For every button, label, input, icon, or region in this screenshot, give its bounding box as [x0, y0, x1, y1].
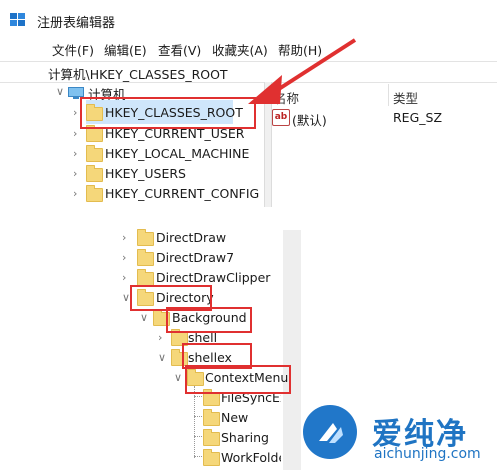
folder-icon: [137, 249, 154, 266]
address-bar[interactable]: 计算机\HKEY_CLASSES_ROOT: [0, 61, 497, 83]
value-name-default[interactable]: (默认): [292, 110, 327, 129]
chevron-right-icon[interactable]: ›: [122, 271, 126, 284]
subtree-item-sharing[interactable]: Sharing: [221, 430, 269, 445]
chevron-right-icon[interactable]: ›: [73, 127, 77, 140]
folder-icon: [86, 165, 103, 182]
subtree-item-directdraw7[interactable]: DirectDraw7: [156, 250, 234, 265]
chevron-down-icon[interactable]: ∨: [140, 311, 148, 324]
address-path: 计算机\HKEY_CLASSES_ROOT: [48, 67, 228, 82]
chevron-right-icon[interactable]: ›: [122, 251, 126, 264]
menu-file[interactable]: 文件(F): [52, 40, 94, 59]
subtree-item-workfolders[interactable]: WorkFolders: [221, 450, 281, 465]
folder-icon: [203, 409, 220, 426]
watermark-logo-icon: [303, 405, 357, 459]
tree-item-hku[interactable]: HKEY_USERS: [105, 166, 186, 181]
folder-icon: [86, 185, 103, 202]
chevron-right-icon[interactable]: ›: [158, 331, 162, 344]
menu-favorites[interactable]: 收藏夹(A): [212, 40, 268, 59]
chevron-down-icon[interactable]: ∨: [122, 291, 130, 304]
watermark-url: aichunjing.com: [374, 446, 481, 462]
menu-help[interactable]: 帮助(H): [278, 40, 322, 59]
value-type-default: REG_SZ: [393, 110, 443, 125]
window-title: 注册表编辑器: [37, 16, 116, 31]
folder-icon: [137, 269, 154, 286]
string-value-icon: ab: [272, 109, 290, 126]
menu-edit[interactable]: 编辑(E): [104, 40, 147, 59]
folder-icon: [86, 125, 103, 142]
title-bar: 注册表编辑器: [0, 0, 497, 38]
tree-item-hkcc[interactable]: HKEY_CURRENT_CONFIG: [105, 186, 259, 201]
folder-icon: [203, 429, 220, 446]
chevron-right-icon[interactable]: ›: [73, 147, 77, 160]
highlight-box-hkcr: [80, 97, 256, 129]
chevron-right-icon[interactable]: ›: [122, 231, 126, 244]
column-header-name[interactable]: 名称: [274, 88, 299, 107]
folder-icon: [86, 145, 103, 162]
column-header-type[interactable]: 类型: [393, 88, 418, 107]
folder-icon: [203, 449, 220, 466]
subtree-item-directdrawclipper[interactable]: DirectDrawClipper: [156, 270, 270, 285]
subtree-item-directdraw[interactable]: DirectDraw: [156, 230, 226, 245]
chevron-right-icon[interactable]: ›: [73, 106, 77, 119]
folder-icon: [137, 229, 154, 246]
chevron-down-icon[interactable]: ∨: [56, 85, 64, 98]
scrollbar[interactable]: [283, 230, 301, 470]
subtree-item-new[interactable]: New: [221, 410, 248, 425]
highlight-box-contextmenu: [185, 365, 291, 394]
menu-view[interactable]: 查看(V): [158, 40, 201, 59]
tree-item-hklm[interactable]: HKEY_LOCAL_MACHINE: [105, 146, 249, 161]
column-separator: [388, 84, 389, 106]
chevron-right-icon[interactable]: ›: [73, 167, 77, 180]
folder-icon: [203, 389, 220, 406]
chevron-right-icon[interactable]: ›: [73, 187, 77, 200]
pane-splitter[interactable]: [264, 82, 272, 207]
chevron-down-icon[interactable]: ∨: [158, 351, 166, 364]
menu-bar: 文件(F) 编辑(E) 查看(V) 收藏夹(A) 帮助(H): [0, 38, 497, 60]
chevron-down-icon[interactable]: ∨: [174, 371, 182, 384]
regedit-icon: [10, 13, 25, 26]
highlight-box-background: [166, 307, 252, 333]
